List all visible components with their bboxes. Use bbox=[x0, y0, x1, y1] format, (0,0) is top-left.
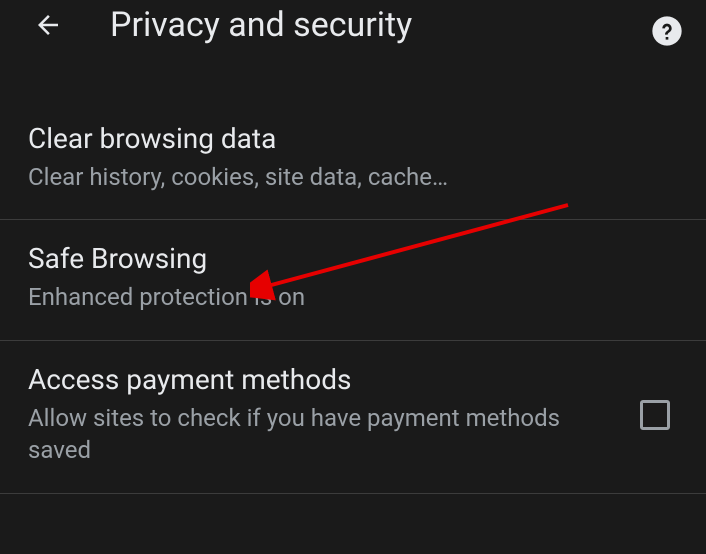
header-bar: Privacy and security bbox=[0, 0, 706, 60]
clear-browsing-title: Clear browsing data bbox=[28, 122, 678, 155]
setting-text-block: Safe Browsing Enhanced protection is on bbox=[28, 242, 678, 313]
payment-methods-title: Access payment methods bbox=[28, 363, 620, 396]
help-button[interactable] bbox=[648, 12, 686, 50]
clear-browsing-data-item[interactable]: Clear browsing data Clear history, cooki… bbox=[0, 100, 706, 220]
back-button[interactable] bbox=[28, 5, 68, 45]
payment-methods-subtitle: Allow sites to check if you have payment… bbox=[28, 402, 620, 467]
help-icon bbox=[651, 15, 683, 47]
safe-browsing-item[interactable]: Safe Browsing Enhanced protection is on bbox=[0, 220, 706, 340]
page-title: Privacy and security bbox=[110, 5, 412, 45]
safe-browsing-title: Safe Browsing bbox=[28, 242, 678, 275]
back-arrow-icon bbox=[33, 10, 63, 40]
settings-list: Clear browsing data Clear history, cooki… bbox=[0, 100, 706, 494]
access-payment-methods-item[interactable]: Access payment methods Allow sites to ch… bbox=[0, 341, 706, 494]
payment-methods-checkbox[interactable] bbox=[640, 400, 670, 430]
setting-text-block: Clear browsing data Clear history, cooki… bbox=[28, 122, 678, 193]
safe-browsing-subtitle: Enhanced protection is on bbox=[28, 281, 678, 313]
clear-browsing-subtitle: Clear history, cookies, site data, cache… bbox=[28, 161, 678, 193]
setting-text-block: Access payment methods Allow sites to ch… bbox=[28, 363, 620, 467]
